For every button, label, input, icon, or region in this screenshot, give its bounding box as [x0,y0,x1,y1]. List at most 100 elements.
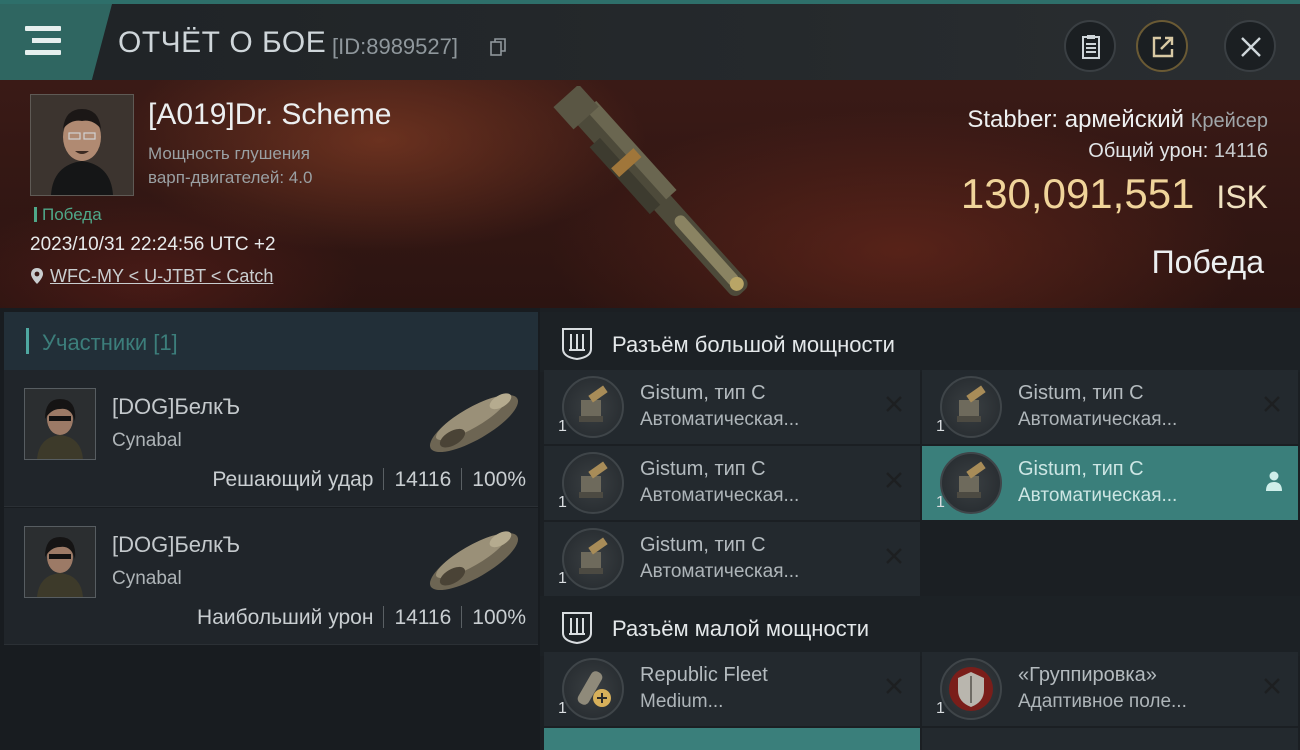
participant-role: Наибольший урон [197,606,374,629]
participant-role: Решающий удар [212,468,374,491]
gyrostabilizer-icon [562,658,624,720]
participant-name[interactable]: [DOG]БелкЪ [112,394,240,420]
module-name: «Группировка» [1018,664,1157,686]
module-type: Автоматическая... [640,409,800,430]
autocannon-icon [562,452,624,514]
total-damage: Общий урон: 14116 [1088,140,1268,163]
module-item[interactable]: 1 Gistum, тип C Автоматическая... [922,370,1298,444]
autocannon-icon [562,528,624,590]
participant-ship-image [429,531,519,591]
participant-damage: 14116 [394,606,452,629]
module-item-partial[interactable] [544,728,920,750]
participant-name[interactable]: [DOG]БелкЪ [112,532,240,558]
victim-info: Мощность глушения варп-двигателей: 4.0 [148,142,312,190]
kill-timestamp: 2023/10/31 22:24:56 UTC +2 [30,234,276,255]
module-type: Medium... [640,691,724,712]
module-item[interactable]: 1 «Группировка» Адаптивное поле... [922,652,1298,726]
module-qty: 1 [558,570,567,587]
armor-hardener-icon [940,658,1002,720]
high-slot-icon [562,328,592,360]
module-qty: 1 [558,700,567,717]
isk-value: 130,091,551 ISK [961,170,1268,218]
participant-stats: Решающий удар 14116 100% [212,468,526,492]
victim-ship-name[interactable]: Stabber: армейский [967,106,1184,133]
module-name: Gistum, тип C [1018,458,1144,480]
module-type: Автоматическая... [640,561,800,582]
autocannon-icon [562,376,624,438]
victim-ship: Stabber: армейский Крейсер [967,106,1268,134]
destroyed-icon [886,396,902,412]
module-name: Gistum, тип C [640,534,766,556]
victim-ship-image[interactable] [535,86,775,306]
hamburger-menu-icon [25,26,61,56]
location-pin-icon [31,268,43,284]
participant-damage: 14116 [394,468,452,491]
victim-ship-class: Крейсер [1190,110,1268,132]
low-slot-title: Разъём малой мощности [612,616,870,641]
module-qty: 1 [936,494,945,511]
location-label: WFC-MY < U-JTBT < Catch [50,266,274,286]
module-item[interactable]: 1 Republic Fleet Medium... [544,652,920,726]
destroyed-icon [1264,678,1280,694]
module-qty: 1 [936,700,945,717]
module-item-selected[interactable]: 1 Gistum, тип C Автоматическая... [922,446,1298,520]
page-title: ОТЧЁТ О БОЕ [118,26,327,59]
victim-avatar[interactable] [30,94,134,196]
participant-percent: 100% [472,468,526,491]
module-item[interactable]: 1 Gistum, тип C Автоматическая... [544,522,920,596]
module-item-partial[interactable] [922,728,1298,750]
low-slot-icon [562,612,592,644]
module-name: Republic Fleet [640,664,768,686]
participant-avatar[interactable] [24,526,96,598]
high-slot-title: Разъём большой мощности [612,332,895,357]
clipboard-icon [1082,35,1100,59]
participants-panel: Участники [1] [DOG]БелкЪ Cynabal Решающи… [0,308,540,750]
copy-icon[interactable] [490,38,506,56]
battle-result: Победа [1151,244,1264,280]
close-button[interactable] [1224,20,1276,72]
low-slot-header: Разъём малой мощности [540,596,1300,656]
participant-ship-image [429,393,519,453]
module-type: Автоматическая... [1018,485,1178,506]
participant-card[interactable]: [DOG]БелкЪ Cynabal Наибольший урон 14116 1… [4,508,538,645]
destroyed-icon [1264,396,1280,412]
destroyed-icon [886,678,902,694]
close-icon [1241,37,1261,57]
autocannon-icon [940,376,1002,438]
module-type: Автоматическая... [640,485,800,506]
location-link[interactable]: WFC-MY < U-JTBT < Catch [30,266,273,287]
victim-info-line2: варп-двигателей: 4.0 [148,168,313,187]
top-bar: ОТЧЁТ О БОЕ [ID:8989527] [0,0,1300,80]
victim-name[interactable]: [A019]Dr. Scheme [148,98,391,132]
module-qty: 1 [558,418,567,435]
module-type: Адаптивное поле... [1018,691,1187,712]
report-details-button[interactable] [1064,20,1116,72]
menu-button[interactable] [0,4,112,80]
participant-card[interactable]: [DOG]БелкЪ Cynabal Решающий удар 14116 100… [4,370,538,507]
participant-stats: Наибольший урон 14116 100% [197,606,526,630]
fitting-panel: Разъём большой мощности 1 Gistum, тип C … [540,308,1300,750]
result-tag: Победа [34,205,102,225]
participant-ship: Cynabal [112,430,182,451]
total-damage-value: 14116 [1213,140,1268,162]
module-item[interactable]: 1 Gistum, тип C Автоматическая... [544,446,920,520]
module-qty: 1 [936,418,945,435]
module-qty: 1 [558,494,567,511]
participant-avatar[interactable] [24,388,96,460]
module-name: Gistum, тип C [1018,382,1144,404]
isk-currency: ISK [1216,179,1268,215]
share-button[interactable] [1136,20,1188,72]
participant-percent: 100% [472,606,526,629]
module-type: Автоматическая... [1018,409,1178,430]
victim-summary: [A019]Dr. Scheme Мощность глушения варп-… [0,80,1300,308]
victim-info-line1: Мощность глушения [148,144,310,163]
participants-header[interactable]: Участники [1] [4,312,538,370]
report-id: [ID:8989527] [332,34,458,59]
total-damage-label: Общий урон: [1088,140,1209,162]
isk-amount: 130,091,551 [960,170,1195,217]
share-icon [1152,36,1174,58]
autocannon-icon [940,452,1002,514]
module-item[interactable]: 1 Gistum, тип C Автоматическая... [544,370,920,444]
module-name: Gistum, тип C [640,458,766,480]
participants-title: Участники [1] [42,330,178,355]
